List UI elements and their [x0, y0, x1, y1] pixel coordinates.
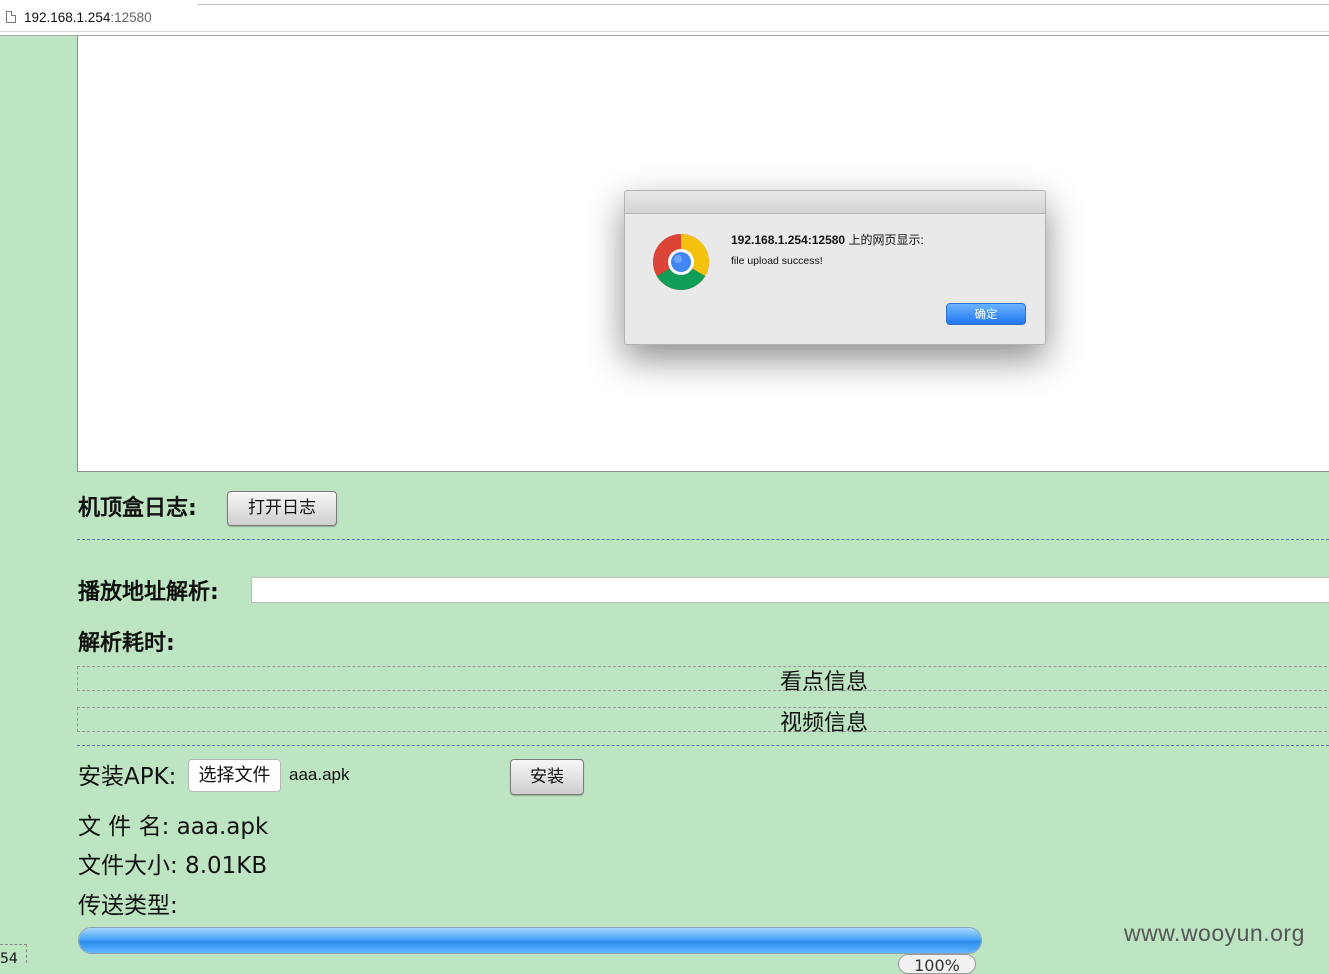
url-port: :12580 [110, 10, 152, 25]
parse-url-label: 播放地址解析: [78, 580, 219, 605]
install-apk-label: 安装APK: [78, 764, 177, 790]
file-name-info: 文 件 名: aaa.apk [78, 814, 269, 840]
choose-file-button[interactable]: 选择文件 [188, 759, 281, 792]
section-divider [77, 745, 1329, 746]
chrome-logo-icon [653, 234, 709, 290]
corner-number: 54 [0, 944, 27, 963]
parse-time-label: 解析耗时: [78, 631, 175, 656]
url-host: 192.168.1.254 [24, 10, 111, 25]
file-size-info: 文件大小: 8.01KB [78, 853, 268, 879]
install-button[interactable]: 安装 [510, 759, 584, 795]
dialog-title: 192.168.1.254:12580 上的网页显示: [731, 231, 924, 248]
address-bar[interactable]: 192.168.1.254:12580 [0, 0, 1329, 36]
tab-strip-line [198, 4, 1329, 5]
points-info-panel[interactable]: 看点信息 [77, 666, 1329, 695]
dialog-title-host: 192.168.1.254:12580 [731, 233, 846, 247]
points-info-title: 看点信息 [780, 670, 869, 695]
section-divider [77, 539, 1329, 540]
video-info-title: 视频信息 [780, 711, 869, 736]
dialog-titlebar[interactable] [625, 191, 1045, 214]
page-document-icon [6, 11, 16, 23]
video-info-panel[interactable]: 视频信息 [77, 707, 1329, 736]
upload-progress-bar [78, 927, 982, 954]
parse-url-input[interactable] [251, 577, 1329, 603]
dialog-title-suffix: 上的网页显示: [845, 233, 924, 247]
progress-percent-label: 100% [898, 954, 976, 974]
selected-file-name: aaa.apk [289, 765, 350, 784]
url-text[interactable]: 192.168.1.254:12580 [24, 10, 152, 26]
dialog-ok-button[interactable]: 确定 [946, 303, 1026, 325]
alert-dialog: 192.168.1.254:12580 上的网页显示: file upload … [624, 190, 1046, 345]
open-log-button[interactable]: 打开日志 [227, 491, 337, 526]
transfer-type-info: 传送类型: [78, 893, 178, 919]
watermark-text: www.wooyun.org [1124, 920, 1305, 946]
toolbar-divider [0, 31, 1329, 32]
dialog-message: file upload success! [731, 255, 823, 267]
upload-progress-fill [79, 928, 981, 953]
log-label: 机顶盒日志: [78, 496, 197, 521]
